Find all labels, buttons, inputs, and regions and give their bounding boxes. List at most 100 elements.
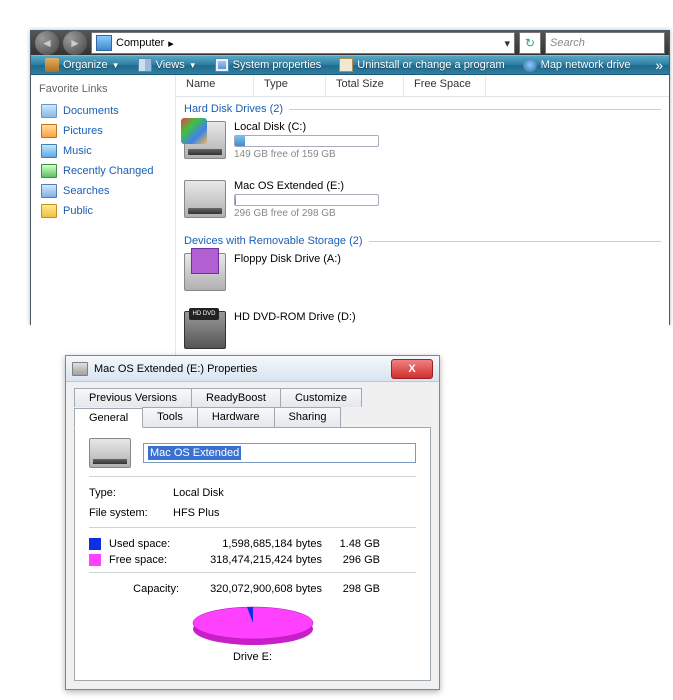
usage-pie-chart [183,601,323,649]
pie-drive-label: Drive E: [89,651,416,663]
drive-local-disk-c[interactable]: Local Disk (C:) 149 GB free of 159 GB [184,121,464,160]
organize-icon [45,58,59,72]
sidebar-item-documents[interactable]: Documents [35,101,171,121]
col-type[interactable]: Type [254,75,326,96]
hdd-icon [184,121,226,159]
drive-floppy-a[interactable]: Floppy Disk Drive (A:) [184,253,464,291]
drive-name: Mac OS Extended (E:) [234,180,464,192]
drive-small-icon [72,362,88,376]
col-free-space[interactable]: Free Space [404,75,486,96]
tab-panel-general: Mac OS Extended Type: Local Disk File sys… [74,427,431,681]
breadcrumb-arrow[interactable]: ▸ [168,37,174,50]
drive-name: Local Disk (C:) [234,121,464,133]
music-icon [41,144,57,158]
tab-readyboost[interactable]: ReadyBoost [191,388,281,407]
refresh-button[interactable]: ↻ [519,32,541,54]
views-button[interactable]: Views▼ [130,56,205,74]
toolbar-overflow[interactable]: » [655,57,663,73]
col-total-size[interactable]: Total Size [326,75,404,96]
free-human: 296 GB [330,554,380,566]
sidebar-item-searches[interactable]: Searches [35,181,171,201]
drive-status: 296 GB free of 298 GB [234,208,464,219]
type-label: Type: [89,487,161,499]
free-space-row: Free space: 318,474,215,424 bytes 296 GB [89,554,416,566]
views-icon [138,58,152,72]
drive-hddvd-d[interactable]: HD DVD HD DVD-ROM Drive (D:) [184,311,464,349]
drive-name: HD DVD-ROM Drive (D:) [234,311,464,323]
toolbar: Organize▼ Views▼ System properties Unins… [31,55,669,75]
back-button[interactable]: ◄ [35,31,59,55]
tab-general[interactable]: General [74,408,143,428]
volume-name-value: Mac OS Extended [148,446,241,460]
explorer-window: ◄ ► Computer ▸ ▾ ↻ Search Organize▼ View… [30,30,670,325]
map-drive-button[interactable]: Map network drive [515,56,639,74]
usage-bar [234,194,379,206]
col-name[interactable]: Name [176,75,254,96]
capacity-human: 298 GB [330,583,380,595]
column-headers: Name Type Total Size Free Space [176,75,669,97]
filesystem-label: File system: [89,507,161,519]
tab-hardware[interactable]: Hardware [197,407,275,427]
free-label: Free space: [109,554,179,566]
uninstall-button[interactable]: Uninstall or change a program [331,56,512,74]
used-color-swatch [89,538,101,550]
hddvd-icon: HD DVD [184,311,226,349]
drive-status: 149 GB free of 159 GB [234,149,464,160]
tab-tools[interactable]: Tools [142,407,198,427]
group-hard-disk-drives: Hard Disk Drives (2) Local Disk (C:) 149… [176,97,669,229]
address-dropdown[interactable]: ▾ [504,37,510,50]
capacity-row: Capacity: 320,072,900,608 bytes 298 GB [89,583,416,595]
pictures-icon [41,124,57,138]
filesystem-value: HFS Plus [173,507,219,519]
computer-icon [96,35,112,51]
group-header-removable[interactable]: Devices with Removable Storage (2) [184,235,661,247]
volume-name-input[interactable]: Mac OS Extended [143,443,416,463]
public-icon [41,204,57,218]
capacity-label: Capacity: [89,583,179,595]
system-properties-button[interactable]: System properties [207,56,330,74]
uninstall-icon [339,58,353,72]
divider [89,572,416,573]
usage-bar [234,135,379,147]
drive-name: Floppy Disk Drive (A:) [234,253,464,265]
type-value: Local Disk [173,487,224,499]
tab-sharing[interactable]: Sharing [274,407,342,427]
used-label: Used space: [109,538,179,550]
close-button[interactable]: X [391,359,433,379]
sidebar-item-music[interactable]: Music [35,141,171,161]
content-pane: Name Type Total Size Free Space Hard Dis… [176,75,669,359]
tab-previous-versions[interactable]: Previous Versions [74,388,192,407]
tab-customize[interactable]: Customize [280,388,362,407]
properties-dialog: Mac OS Extended (E:) Properties X Previo… [65,355,440,690]
address-crumb[interactable]: Computer [116,37,164,49]
address-bar[interactable]: Computer ▸ ▾ [91,32,515,54]
map-drive-icon [523,58,537,72]
titlebar: ◄ ► Computer ▸ ▾ ↻ Search [31,31,669,55]
forward-button[interactable]: ► [63,31,87,55]
search-placeholder: Search [550,37,585,49]
free-bytes: 318,474,215,424 bytes [187,554,322,566]
drive-mac-os-extended-e[interactable]: Mac OS Extended (E:) 296 GB free of 298 … [184,180,464,219]
free-color-swatch [89,554,101,566]
search-input[interactable]: Search [545,32,665,54]
group-removable-storage: Devices with Removable Storage (2) Flopp… [176,229,669,359]
organize-button[interactable]: Organize▼ [37,56,128,74]
capacity-bytes: 320,072,900,608 bytes [187,583,322,595]
used-bytes: 1,598,685,184 bytes [187,538,322,550]
sidebar-item-recently-changed[interactable]: Recently Changed [35,161,171,181]
tab-strip: Previous Versions ReadyBoost Customize G… [66,382,439,427]
documents-icon [41,104,57,118]
sidebar-item-public[interactable]: Public [35,201,171,221]
drive-big-icon [89,438,131,468]
dialog-titlebar: Mac OS Extended (E:) Properties X [66,356,439,382]
sidebar: Favorite Links Documents Pictures Music … [31,75,176,359]
used-human: 1.48 GB [330,538,380,550]
searches-icon [41,184,57,198]
divider [89,476,416,477]
system-properties-icon [215,58,229,72]
group-header-hdd[interactable]: Hard Disk Drives (2) [184,103,661,115]
recently-changed-icon [41,164,57,178]
dialog-title: Mac OS Extended (E:) Properties [94,363,257,375]
hdd-icon [184,180,226,218]
sidebar-item-pictures[interactable]: Pictures [35,121,171,141]
